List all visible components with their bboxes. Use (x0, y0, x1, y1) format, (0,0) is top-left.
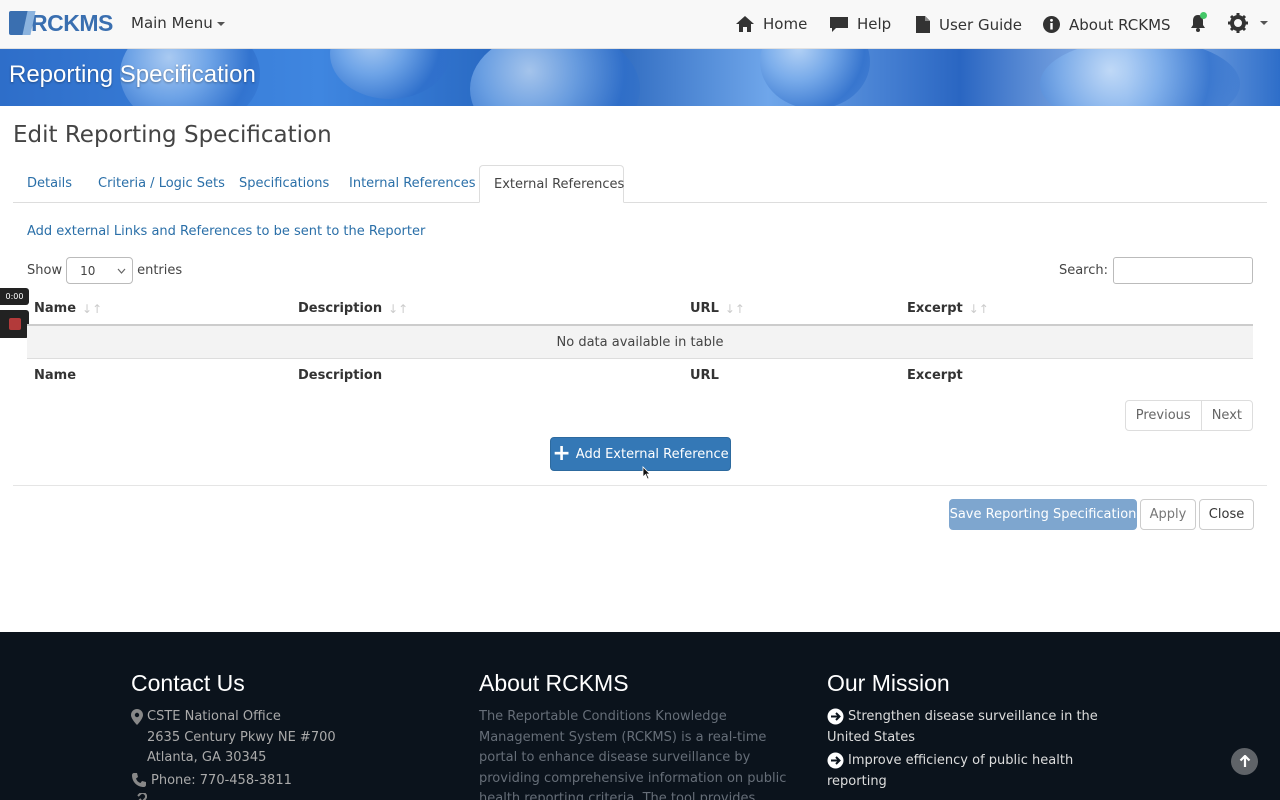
home-icon (736, 16, 754, 32)
entries-select[interactable]: 10 (66, 257, 134, 284)
table-footer: Name Description URL Excerpt (27, 359, 1253, 393)
link-icon (134, 792, 147, 800)
search-input[interactable] (1113, 257, 1253, 284)
scroll-to-top-button[interactable] (1231, 748, 1258, 775)
footer-column-excerpt: Excerpt (907, 368, 963, 383)
instruction-text: Add external Links and References to be … (27, 224, 426, 239)
banner-title: Reporting Specification (9, 61, 256, 88)
page-title: Edit Reporting Specification (13, 122, 332, 148)
apply-button[interactable]: Apply (1140, 499, 1196, 530)
footer-column-description: Description (298, 368, 383, 383)
empty-table-message: No data available in table (27, 326, 1253, 359)
plus-icon: + (552, 441, 571, 466)
chat-icon (830, 17, 848, 32)
recorder-time: 0:00 (0, 288, 29, 305)
caret-down-icon (216, 21, 225, 26)
logo-mark-icon (9, 11, 29, 35)
previous-page-button[interactable]: Previous (1126, 401, 1201, 430)
entries-suffix: entries (137, 263, 183, 278)
contact-office: CSTE National Office (131, 707, 431, 728)
document-icon (916, 16, 930, 33)
save-reporting-specification-button[interactable]: Save Reporting Specification (949, 499, 1137, 530)
column-header-name[interactable]: Name ↓↑ (34, 301, 102, 316)
main-menu-dropdown[interactable]: Main Menu (131, 14, 225, 32)
settings-dropdown[interactable] (1228, 13, 1268, 33)
contact-street: 2635 Century Pkwy NE #700 (147, 729, 336, 745)
external-references-table: Name ↓↑ Description ↓↑ URL ↓↑ Excerpt ↓↑ No … (27, 292, 1253, 393)
show-entries-control: Show 10 entries (27, 257, 182, 284)
contact-link (131, 791, 431, 800)
caret-down-icon (1260, 21, 1268, 25)
table-search: Search: (1059, 257, 1253, 284)
stop-icon (8, 318, 21, 330)
tab-external-references[interactable]: External References (479, 165, 624, 203)
pagination: Previous Next (1124, 400, 1253, 431)
table-header: Name ↓↑ Description ↓↑ URL ↓↑ Excerpt ↓↑ (27, 292, 1253, 326)
sort-icon: ↓↑ (388, 301, 409, 316)
nav-help[interactable]: Help (829, 15, 891, 33)
tab-internal-references[interactable]: Internal References (335, 165, 489, 203)
page-banner: Reporting Specification (0, 49, 1280, 106)
screen-recorder-widget: 0:00 (0, 288, 29, 338)
next-page-button[interactable]: Next (1200, 401, 1252, 430)
tab-details[interactable]: Details (13, 165, 86, 203)
tab-criteria-logic-sets[interactable]: Criteria / Logic Sets (84, 165, 239, 203)
footer-mission: Our Mission Strengthen disease surveilla… (827, 670, 1127, 795)
column-header-description[interactable]: Description ↓↑ (298, 301, 408, 316)
show-label: Show (27, 263, 63, 278)
map-marker-icon (131, 708, 143, 725)
gear-icon (1228, 13, 1248, 33)
recorder-stop-button[interactable] (0, 310, 29, 338)
entries-select-value: 10 (80, 263, 96, 278)
sort-icon: ↓↑ (968, 301, 989, 316)
contact-city: Atlanta, GA 30345 (147, 750, 267, 765)
nav-about-label: About RCKMS (1069, 15, 1171, 34)
nav-user-guide[interactable]: User Guide (915, 15, 1022, 34)
mission-title: Our Mission (827, 670, 950, 696)
chevron-down-icon (117, 268, 126, 274)
add-external-reference-button[interactable]: + Add External Reference (550, 437, 731, 471)
notifications-bell[interactable] (1188, 12, 1208, 37)
footer-about: About RCKMS The Reportable Conditions Kn… (479, 670, 789, 800)
about-text: The Reportable Conditions Knowledge Mana… (479, 709, 787, 800)
notification-dot (1200, 12, 1207, 19)
tab-bar: Details Criteria / Logic Sets Specificat… (13, 165, 1267, 203)
circle-arrow-right-icon (827, 708, 844, 725)
footer-column-url: URL (690, 368, 719, 383)
mission-item: Strengthen disease surveillance in the U… (827, 708, 1098, 745)
site-footer: Contact Us CSTE National Office 2635 Cen… (0, 632, 1280, 800)
contact-title: Contact Us (131, 670, 245, 696)
sort-icon: ↓↑ (82, 301, 103, 316)
about-title: About RCKMS (479, 670, 629, 696)
nav-help-label: Help (857, 15, 892, 33)
sort-icon: ↓↑ (724, 301, 745, 316)
search-label: Search: (1058, 263, 1108, 278)
column-header-url[interactable]: URL ↓↑ (690, 301, 745, 316)
phone-icon (132, 773, 146, 787)
mouse-cursor-icon (642, 466, 651, 480)
section-divider (13, 485, 1267, 486)
rckms-logo[interactable]: RCKMS (9, 9, 113, 37)
mission-item: Improve efficiency of public health repo… (827, 752, 1074, 789)
circle-arrow-right-icon (827, 752, 844, 769)
tab-specifications[interactable]: Specifications (225, 165, 343, 203)
column-header-excerpt[interactable]: Excerpt ↓↑ (907, 301, 989, 316)
nav-home-label: Home (763, 15, 808, 33)
nav-user-guide-label: User Guide (939, 15, 1023, 34)
main-menu-label: Main Menu (131, 14, 213, 32)
close-button[interactable]: Close (1199, 499, 1254, 530)
footer-contact: Contact Us CSTE National Office 2635 Cen… (131, 670, 431, 800)
nav-home[interactable]: Home (735, 15, 807, 33)
nav-about[interactable]: About RCKMS (1042, 15, 1171, 34)
logo-text: RCKMS (31, 9, 113, 36)
top-navbar: RCKMS Main Menu Home Help User Guide Abo… (0, 0, 1280, 49)
arrow-up-icon (1239, 755, 1250, 767)
contact-phone: Phone: 770-458-3811 (131, 771, 431, 792)
add-external-reference-label: Add External Reference (575, 446, 729, 462)
info-icon (1043, 16, 1060, 33)
footer-column-name: Name (34, 368, 77, 383)
